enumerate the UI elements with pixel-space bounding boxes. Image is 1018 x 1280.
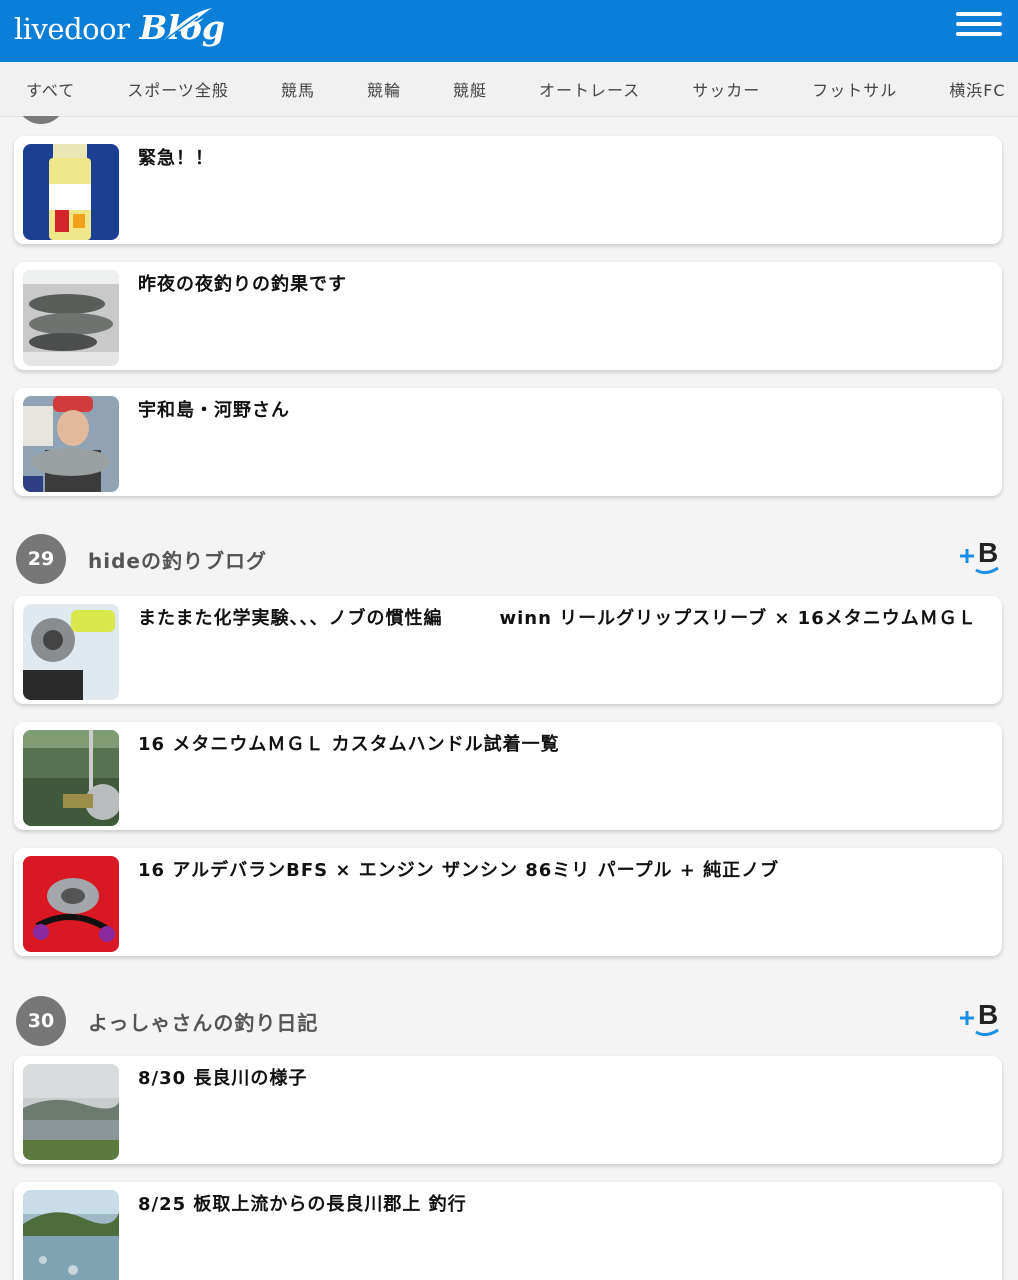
ranking-list: 緊急！！ 昨夜の夜釣りの釣果です 宇和島・河野さん 29 hideの釣りブログ … [0, 116, 1018, 1280]
post-thumbnail [23, 1190, 119, 1280]
feather-icon [164, 8, 212, 40]
post-thumbnail [23, 144, 119, 240]
post-title: 16 メタニウムＭＧＬ カスタムハンドル試着一覧 [138, 734, 560, 755]
post-thumbnail [23, 856, 119, 952]
svg-text:B: B [978, 537, 998, 568]
tab-yokohama-fc[interactable]: 横浜FC [923, 77, 1018, 101]
hamburger-menu-icon[interactable] [956, 12, 1002, 38]
tab-keiba[interactable]: 競馬 [255, 77, 341, 101]
hatena-bookmark-add-icon[interactable]: B [956, 994, 1002, 1040]
logo-text: livedoor [14, 12, 130, 46]
post-title: 昨夜の夜釣りの釣果です [138, 274, 347, 295]
post-card[interactable]: 16 メタニウムＭＧＬ カスタムハンドル試着一覧 [14, 722, 1002, 830]
tab-kyotei[interactable]: 競艇 [427, 77, 513, 101]
site-header: livedoor Blog [0, 0, 1018, 62]
hatena-bookmark-add-icon[interactable]: B [956, 532, 1002, 578]
post-title: 8/30 長良川の様子 [138, 1068, 308, 1089]
blog-ranking-header: 29 hideの釣りブログ B [14, 534, 1002, 586]
post-card[interactable]: 緊急！！ [14, 136, 1002, 244]
post-card[interactable]: またまた化学実験、、、ノブの慣性編 winn リールグリップスリーブ × 16メ… [14, 596, 1002, 704]
post-title: 緊急！！ [138, 148, 214, 169]
tab-autorace[interactable]: オートレース [513, 77, 666, 101]
post-title: またまた化学実験、、、ノブの慣性編 winn リールグリップスリーブ × 16メ… [138, 608, 977, 629]
tab-soccer[interactable]: サッカー [666, 77, 786, 101]
tab-all[interactable]: すべて [0, 77, 101, 101]
rank-badge: 29 [16, 534, 66, 584]
post-thumbnail [23, 396, 119, 492]
post-card[interactable]: 宇和島・河野さん [14, 388, 1002, 496]
rank-badge: 30 [16, 996, 66, 1046]
post-thumbnail [23, 730, 119, 826]
blog-ranking-header: 30 よっしゃさんの釣り日記 B [14, 996, 1002, 1048]
post-title: 8/25 板取上流からの長良川郡上 釣行 [138, 1194, 467, 1215]
tab-keirin[interactable]: 競輪 [341, 77, 427, 101]
post-title: 16 アルデバランBFS × エンジン ザンシン 86ミリ パープル + 純正ノ… [138, 860, 780, 881]
blog-name-link[interactable]: hideの釣りブログ [88, 545, 267, 574]
post-card[interactable]: 昨夜の夜釣りの釣果です [14, 262, 1002, 370]
rank-circle-previous [16, 116, 66, 124]
post-card[interactable]: 16 アルデバランBFS × エンジン ザンシン 86ミリ パープル + 純正ノ… [14, 848, 1002, 956]
category-tabs: すべて スポーツ全般 競馬 競輪 競艇 オートレース サッカー フットサル 横浜… [0, 62, 1018, 117]
post-thumbnail [23, 604, 119, 700]
tab-futsal[interactable]: フットサル [786, 77, 923, 101]
post-thumbnail [23, 1064, 119, 1160]
blog-name-link[interactable]: よっしゃさんの釣り日記 [88, 1007, 318, 1036]
post-card[interactable]: 8/25 板取上流からの長良川郡上 釣行 [14, 1182, 1002, 1280]
post-thumbnail [23, 270, 119, 366]
svg-text:B: B [978, 999, 998, 1030]
tab-sports[interactable]: スポーツ全般 [101, 77, 255, 101]
post-card[interactable]: 8/30 長良川の様子 [14, 1056, 1002, 1164]
post-title: 宇和島・河野さん [138, 400, 290, 421]
